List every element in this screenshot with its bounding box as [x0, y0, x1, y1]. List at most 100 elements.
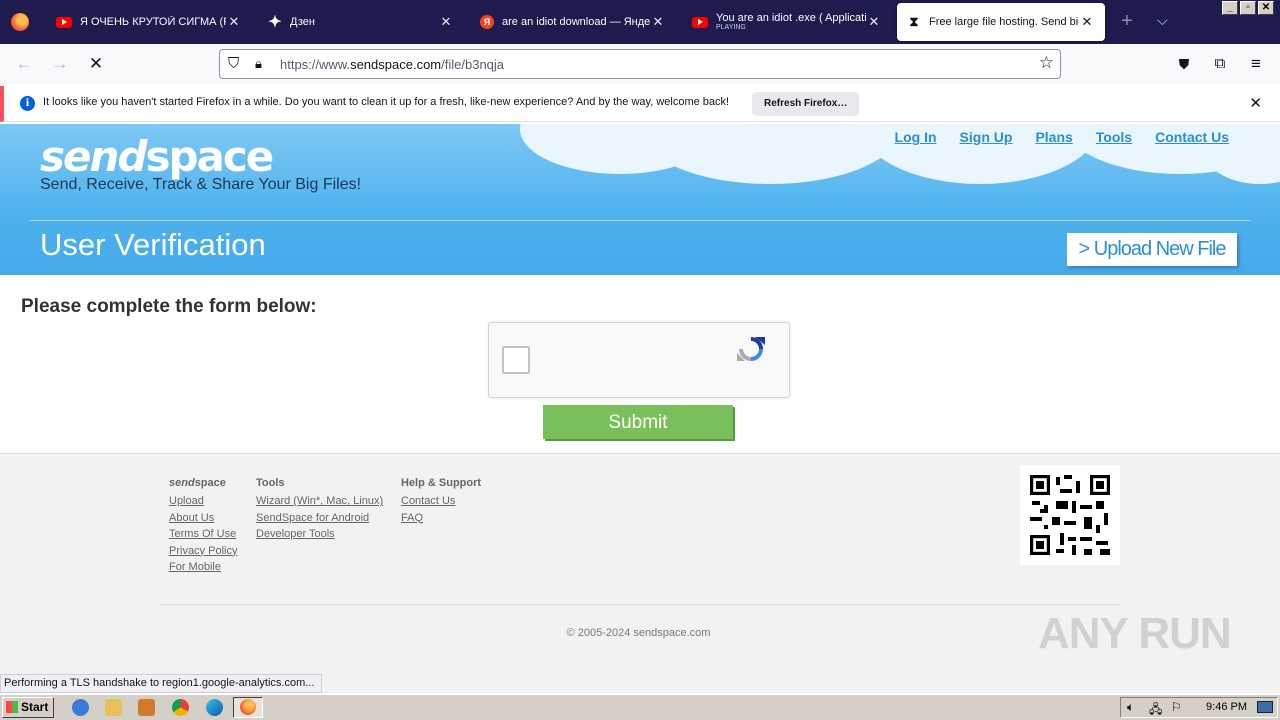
close-icon[interactable]: ✕ [866, 14, 882, 30]
system-tray: 🔈︎ 🖧︎ ⚐ 9:46 PM [1120, 697, 1278, 718]
tagline: Send, Receive, Track & Share Your Big Fi… [40, 176, 362, 193]
ie-icon[interactable] [72, 699, 89, 716]
hamburger-menu-icon[interactable]: ≡ [1246, 54, 1266, 74]
form-heading: Please complete the form below: [21, 296, 317, 317]
new-tab-button[interactable]: + [1117, 10, 1137, 33]
close-icon[interactable]: ✕ [226, 14, 242, 30]
tab-bar: Я ОЧЕНЬ КРУТОЙ СИГМА (PHONK ✕ ✦ Дзен ✕ Я… [0, 0, 1280, 44]
footer-link-devtools[interactable]: Developer Tools [256, 526, 383, 543]
footer-link-contact[interactable]: Contact Us [401, 493, 481, 510]
show-desktop-icon[interactable] [1257, 701, 1273, 713]
close-icon[interactable]: ✕ [1249, 94, 1262, 112]
refresh-firefox-button[interactable]: Refresh Firefox… [752, 92, 860, 116]
forward-icon[interactable]: → [50, 54, 70, 74]
list-tabs-button[interactable]: ⌵ [1157, 12, 1168, 29]
site-header: sendspace Send, Receive, Track & Share Y… [0, 124, 1280, 275]
page-title: User Verification [40, 227, 266, 262]
footer-link-about[interactable]: About Us [169, 510, 237, 527]
windows-taskbar: Start 🔈︎ 🖧︎ ⚐ 9:46 PM [0, 694, 1280, 720]
nav-login-link[interactable]: Log In [895, 129, 937, 145]
network-icon[interactable]: 🖧︎ [1149, 700, 1162, 720]
footer-link-terms[interactable]: Terms Of Use [169, 526, 237, 543]
upload-new-file-button[interactable]: > Upload New File [1067, 233, 1237, 266]
url-text[interactable]: https://www.sendspace.com/file/b3nqja [280, 57, 504, 72]
submit-button[interactable]: Submit [543, 405, 733, 439]
tab-title: You are an idiot .exe ( Application PLAYI… [716, 12, 866, 31]
refresh-firefox-notification: i It looks like you haven't started Fire… [0, 86, 1280, 122]
footer-col-tools: Tools Wizard (Win*, Mac, Linux) SendSpac… [256, 477, 383, 543]
volume-icon[interactable]: 🔈︎ [1127, 700, 1134, 715]
footer-heading: Tools [256, 477, 285, 489]
nav-plans-link[interactable]: Plans [1035, 129, 1072, 145]
restore-button[interactable]: ▫ [1240, 1, 1256, 15]
url-bar[interactable]: ⛉ 🔒︎ https://www.sendspace.com/file/b3nq… [219, 49, 1061, 79]
footer-col-help: Help & Support Contact Us FAQ [401, 477, 481, 526]
nav-tools-link[interactable]: Tools [1096, 129, 1132, 145]
youtube-icon [56, 16, 72, 28]
tab-dzen[interactable]: ✦ Дзен ✕ [258, 3, 464, 41]
navigation-toolbar: ← → ✕ ⛉ 🔒︎ https://www.sendspace.com/fil… [0, 44, 1280, 84]
nav-contact-link[interactable]: Contact Us [1155, 129, 1229, 145]
header-divider [30, 220, 1250, 221]
dzen-icon: ✦ [268, 14, 282, 31]
media-player-icon[interactable] [138, 699, 155, 716]
tab-playing-label: PLAYING [716, 24, 746, 31]
folder-icon[interactable] [105, 699, 122, 716]
recaptcha-widget [488, 322, 790, 398]
info-icon: i [20, 96, 35, 111]
tab-title: Я ОЧЕНЬ КРУТОЙ СИГМА (PHONK [80, 16, 226, 28]
tab-title: are an idiot download — Яндекс [502, 16, 650, 28]
tab-title: Дзен [290, 16, 315, 28]
qr-code-image [1020, 465, 1120, 565]
site-nav: Log In Sign Up Plans Tools Contact Us [895, 129, 1229, 145]
footer-link-privacy[interactable]: Privacy Policy [169, 543, 237, 560]
chrome-icon[interactable] [172, 699, 189, 716]
tab-yandex[interactable]: Я are an idiot download — Яндекс ✕ [470, 3, 676, 41]
tab-sendspace[interactable]: ⧗ Free large file hosting. Send big ✕ [897, 3, 1105, 41]
firefox-taskbar-button[interactable] [233, 697, 263, 718]
footer-divider [160, 604, 1120, 605]
start-button[interactable]: Start [2, 697, 54, 718]
recaptcha-icon [737, 337, 765, 361]
footer-heading: sendspace [169, 477, 226, 489]
close-window-button[interactable]: ✕ [1258, 1, 1274, 15]
window-controls: _ ▫ ✕ [1222, 1, 1274, 15]
stop-icon[interactable]: ✕ [86, 54, 106, 74]
tab-idiot-exe[interactable]: You are an idiot .exe ( Application PLAYI… [682, 3, 892, 41]
close-icon[interactable]: ✕ [650, 14, 666, 30]
shield-icon[interactable]: ⛉ [228, 55, 239, 72]
close-icon[interactable]: ✕ [1079, 14, 1095, 30]
recaptcha-checkbox[interactable] [502, 346, 530, 374]
notification-message: It looks like you haven't started Firefo… [43, 96, 730, 108]
hourglass-icon: ⧗ [909, 14, 919, 29]
footer-col-sendspace: sendspace Upload About Us Terms Of Use P… [169, 477, 237, 576]
footer-heading: Help & Support [401, 477, 482, 489]
back-icon[interactable]: ← [14, 54, 34, 74]
bookmark-star-icon[interactable]: ☆ [1039, 53, 1054, 73]
sendspace-logo[interactable]: sendspace [40, 132, 274, 181]
minimize-button[interactable]: _ [1222, 1, 1238, 15]
close-icon[interactable]: ✕ [438, 14, 454, 30]
yandex-icon: Я [480, 15, 494, 29]
tab-phonk[interactable]: Я ОЧЕНЬ КРУТОЙ СИГМА (PHONK ✕ [46, 3, 252, 41]
firefox-menu-button[interactable] [0, 0, 40, 44]
anyrun-watermark: ANY RUN [1038, 609, 1232, 658]
footer-link-faq[interactable]: FAQ [401, 510, 481, 527]
edge-icon[interactable] [206, 699, 223, 716]
status-bar: Performing a TLS handshake to region1.go… [0, 674, 322, 693]
tab-title: Free large file hosting. Send big [929, 16, 1079, 28]
extensions-icon[interactable]: ⧉ [1210, 54, 1230, 74]
windows-flag-icon [6, 701, 18, 713]
nav-signup-link[interactable]: Sign Up [960, 129, 1013, 145]
footer-link-upload[interactable]: Upload [169, 493, 237, 510]
lock-icon[interactable]: 🔒︎ [255, 56, 262, 72]
site-footer: sendspace Upload About Us Terms Of Use P… [0, 453, 1280, 693]
footer-link-wizard[interactable]: Wizard (Win*, Mac, Linux) [256, 493, 383, 510]
flag-icon[interactable]: ⚐ [1171, 700, 1182, 714]
firefox-icon [240, 699, 256, 715]
firefox-icon [11, 13, 29, 31]
footer-link-mobile[interactable]: For Mobile [169, 559, 237, 576]
footer-link-android[interactable]: SendSpace for Android [256, 510, 383, 527]
clock[interactable]: 9:46 PM [1206, 701, 1247, 713]
pocket-icon[interactable]: ⛊ [1174, 54, 1194, 74]
